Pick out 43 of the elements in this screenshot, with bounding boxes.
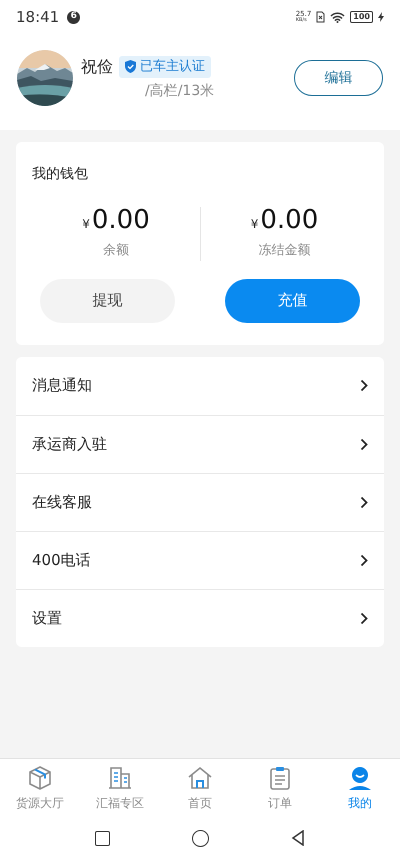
notification-badge: 6: [67, 10, 80, 24]
building-icon: [107, 765, 133, 791]
balance-label: 余额: [103, 242, 129, 260]
shield-check-icon: [125, 60, 136, 73]
tab-bar-item[interactable]: 汇福专区: [80, 759, 160, 818]
badge-text: 已车主认证: [140, 58, 205, 76]
menu-item[interactable]: 设置: [16, 588, 384, 646]
chevron-right-icon: [360, 438, 368, 450]
wifi-icon: [330, 12, 346, 22]
balance-label: 冻结金额: [258, 242, 310, 260]
charging-icon: [378, 12, 384, 22]
tab-bar-item[interactable]: 首页: [160, 759, 240, 818]
battery-icon: 100: [350, 11, 373, 23]
sim-icon: [316, 11, 326, 23]
menu-item[interactable]: 400电话: [16, 530, 384, 588]
withdraw-button[interactable]: 提现: [40, 278, 175, 322]
home-icon: [187, 765, 213, 791]
balance-amount: 0.00: [92, 207, 150, 233]
vehicle-info: /高栏/13米: [145, 82, 216, 100]
edit-button[interactable]: 编辑: [294, 60, 383, 96]
balance-amount: 0.00: [260, 207, 318, 233]
back-button[interactable]: [291, 830, 305, 846]
menu-item[interactable]: 消息通知: [16, 356, 384, 414]
menu-item[interactable]: 在线客服: [16, 472, 384, 530]
clipboard-icon: [267, 765, 293, 791]
status-time: 18:41: [16, 6, 60, 28]
box-icon: [27, 765, 53, 791]
recent-apps-button[interactable]: [95, 830, 110, 846]
tab-bar-item[interactable]: 货源大厅: [0, 759, 80, 818]
home-button[interactable]: [192, 830, 209, 846]
currency-symbol: ¥: [82, 216, 90, 233]
wallet-title: 我的钱包: [32, 165, 89, 184]
tab-bar-item[interactable]: 订单: [240, 759, 320, 818]
chevron-right-icon: [360, 612, 368, 624]
person-icon: [347, 765, 373, 791]
currency-symbol: ¥: [250, 216, 258, 233]
menu-item[interactable]: 承运商入驻: [16, 414, 384, 472]
user-name: 祝俭: [81, 56, 113, 78]
chevron-right-icon: [360, 379, 368, 392]
recharge-button[interactable]: 充值: [225, 278, 360, 322]
chevron-right-icon: [360, 554, 368, 566]
tab-bar-item[interactable]: 我的: [320, 759, 400, 818]
chevron-right-icon: [360, 496, 368, 508]
